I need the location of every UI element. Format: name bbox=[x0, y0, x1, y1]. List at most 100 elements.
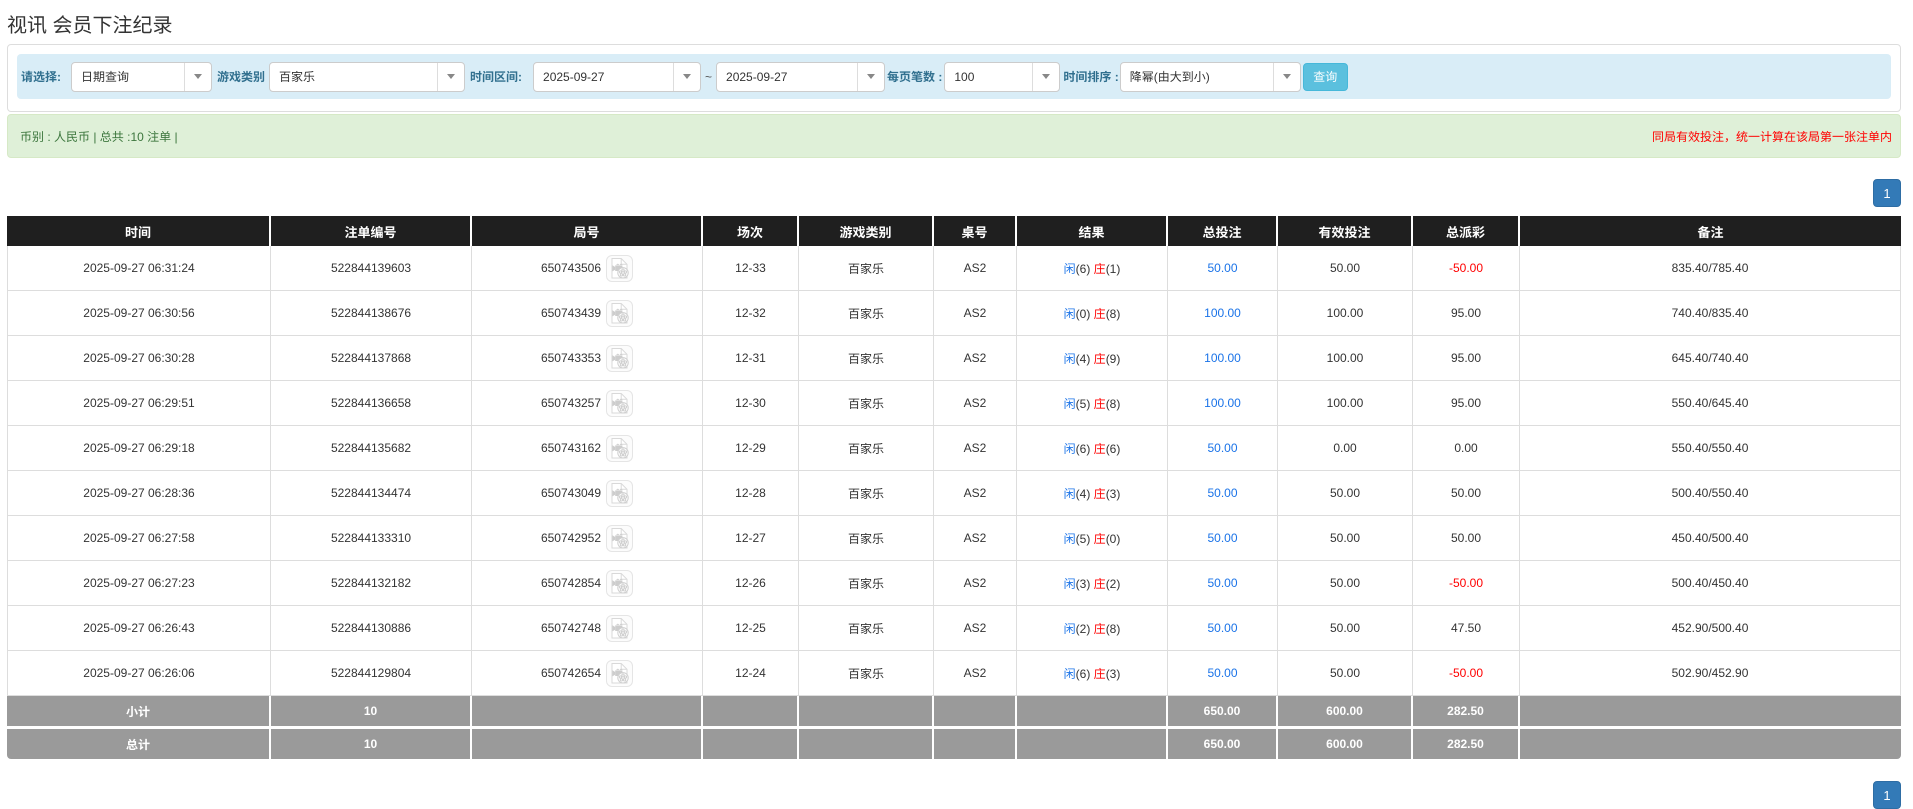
summary-cell bbox=[1520, 696, 1901, 726]
date-to-value[interactable]: 2025-09-27 bbox=[717, 63, 857, 91]
total-bet-link[interactable]: 50.00 bbox=[1207, 261, 1237, 275]
banker-result: 庄 bbox=[1094, 442, 1106, 456]
total-bet-link[interactable]: 50.00 bbox=[1207, 486, 1237, 500]
game-type-combobox[interactable]: 百家乐 bbox=[269, 62, 465, 92]
date-from-picker[interactable]: 2025-09-27 bbox=[533, 62, 701, 92]
payout-cell: 95.00 bbox=[1413, 336, 1520, 381]
total-bet-link[interactable]: 100.00 bbox=[1204, 306, 1241, 320]
round-cell: 650742854 bbox=[472, 561, 703, 606]
video-replay-button[interactable] bbox=[606, 390, 633, 417]
video-replay-button[interactable] bbox=[606, 435, 633, 462]
total-bet-link[interactable]: 50.00 bbox=[1207, 531, 1237, 545]
column-header: 有效投注 bbox=[1278, 216, 1413, 246]
column-header: 局号 bbox=[472, 216, 703, 246]
total-bet-cell: 50.00 bbox=[1168, 246, 1278, 291]
player-points: (4) bbox=[1076, 487, 1091, 501]
video-file-icon bbox=[607, 391, 632, 416]
player-points: (6) bbox=[1076, 442, 1091, 456]
chevron-down-icon[interactable] bbox=[1032, 63, 1059, 91]
video-replay-button[interactable] bbox=[606, 570, 633, 597]
page: 视讯 会员下注纪录 请选择: 日期查询 游戏类别 百家乐 时间区间: 2025-… bbox=[7, 12, 1901, 809]
payout-cell: 50.00 bbox=[1413, 516, 1520, 561]
time-cell: 2025-09-27 06:31:24 bbox=[7, 246, 271, 291]
banker-result: 庄 bbox=[1094, 262, 1106, 276]
chevron-down-icon[interactable] bbox=[437, 63, 464, 91]
sort-order-combobox[interactable]: 降幂(由大到小) bbox=[1120, 62, 1301, 92]
video-replay-button[interactable] bbox=[606, 525, 633, 552]
bet-id-cell: 522844137868 bbox=[271, 336, 472, 381]
valid-bet-cell: 50.00 bbox=[1278, 651, 1413, 696]
column-header: 结果 bbox=[1017, 216, 1168, 246]
total-bet-link[interactable]: 50.00 bbox=[1207, 576, 1237, 590]
chevron-down-icon[interactable] bbox=[184, 63, 211, 91]
time-cell: 2025-09-27 06:30:28 bbox=[7, 336, 271, 381]
video-replay-button[interactable] bbox=[606, 255, 633, 282]
date-to-picker[interactable]: 2025-09-27 bbox=[716, 62, 885, 92]
header-row: 时间注单编号局号场次游戏类别桌号结果总投注有效投注总派彩备注 bbox=[7, 216, 1901, 246]
date-from-value[interactable]: 2025-09-27 bbox=[534, 63, 673, 91]
page-1-button[interactable]: 1 bbox=[1873, 781, 1901, 809]
page-size-combobox[interactable]: 100 bbox=[944, 62, 1060, 92]
table-row: 2025-09-27 06:27:23522844132182650742854… bbox=[7, 561, 1901, 606]
chevron-down-icon[interactable] bbox=[1273, 63, 1300, 91]
chevron-down-icon[interactable] bbox=[673, 63, 700, 91]
banker-points: (0) bbox=[1106, 532, 1121, 546]
banker-points: (8) bbox=[1106, 307, 1121, 321]
video-file-icon bbox=[607, 346, 632, 371]
bet-id-cell: 522844134474 bbox=[271, 471, 472, 516]
sort-order-value[interactable]: 降幂(由大到小) bbox=[1121, 63, 1273, 91]
page-size-value[interactable]: 100 bbox=[945, 63, 1032, 91]
banker-points: (1) bbox=[1106, 262, 1121, 276]
summary-currency-count: 币别 : 人民币 | 总共 :10 注单 | bbox=[20, 128, 178, 145]
remark-cell: 500.40/450.40 bbox=[1520, 561, 1901, 606]
total-bet-link[interactable]: 100.00 bbox=[1204, 396, 1241, 410]
session-cell: 12-25 bbox=[703, 606, 799, 651]
subtotal-row: 小计10650.00600.00282.50 bbox=[7, 696, 1901, 726]
valid-bet-cell: 50.00 bbox=[1278, 471, 1413, 516]
page-1-button[interactable]: 1 bbox=[1873, 179, 1901, 207]
summary-cell bbox=[1017, 696, 1168, 726]
total-bet-link[interactable]: 50.00 bbox=[1207, 666, 1237, 680]
round-cell: 650743257 bbox=[472, 381, 703, 426]
chevron-down-icon[interactable] bbox=[857, 63, 884, 91]
video-replay-button[interactable] bbox=[606, 345, 633, 372]
summary-cell bbox=[472, 726, 703, 759]
video-replay-button[interactable] bbox=[606, 660, 633, 687]
summary-cell: 650.00 bbox=[1168, 696, 1278, 726]
video-file-icon bbox=[607, 616, 632, 641]
summary-cell: 650.00 bbox=[1168, 726, 1278, 759]
player-points: (2) bbox=[1076, 622, 1091, 636]
banker-result: 庄 bbox=[1094, 352, 1106, 366]
time-cell: 2025-09-27 06:30:56 bbox=[7, 291, 271, 336]
total-bet-link[interactable]: 50.00 bbox=[1207, 621, 1237, 635]
game-type-value[interactable]: 百家乐 bbox=[270, 63, 437, 91]
table-row: 2025-09-27 06:26:43522844130886650742748… bbox=[7, 606, 1901, 651]
session-cell: 12-32 bbox=[703, 291, 799, 336]
bet-id-cell: 522844133310 bbox=[271, 516, 472, 561]
bet-id-cell: 522844129804 bbox=[271, 651, 472, 696]
remark-cell: 500.40/550.40 bbox=[1520, 471, 1901, 516]
query-button[interactable]: 查询 bbox=[1303, 63, 1348, 91]
video-file-icon bbox=[607, 661, 632, 686]
round-number: 650742748 bbox=[541, 621, 601, 635]
select-mode-value[interactable]: 日期查询 bbox=[72, 63, 184, 91]
session-cell: 12-28 bbox=[703, 471, 799, 516]
video-replay-button[interactable] bbox=[606, 300, 633, 327]
game-cell: 百家乐 bbox=[799, 471, 934, 516]
valid-bet-cell: 50.00 bbox=[1278, 561, 1413, 606]
game-cell: 百家乐 bbox=[799, 291, 934, 336]
video-replay-button[interactable] bbox=[606, 615, 633, 642]
total-bet-link[interactable]: 100.00 bbox=[1204, 351, 1241, 365]
total-bet-link[interactable]: 50.00 bbox=[1207, 441, 1237, 455]
total-bet-cell: 50.00 bbox=[1168, 516, 1278, 561]
session-cell: 12-30 bbox=[703, 381, 799, 426]
select-mode-combobox[interactable]: 日期查询 bbox=[71, 62, 212, 92]
player-result: 闲 bbox=[1064, 577, 1076, 591]
records-table: 时间注单编号局号场次游戏类别桌号结果总投注有效投注总派彩备注 2025-09-2… bbox=[7, 216, 1901, 759]
banker-points: (8) bbox=[1106, 397, 1121, 411]
summary-cell: 600.00 bbox=[1278, 726, 1413, 759]
video-replay-button[interactable] bbox=[606, 480, 633, 507]
bet-id-cell: 522844132182 bbox=[271, 561, 472, 606]
summary-cell bbox=[799, 726, 934, 759]
result-cell: 闲(6) 庄(1) bbox=[1017, 246, 1168, 291]
